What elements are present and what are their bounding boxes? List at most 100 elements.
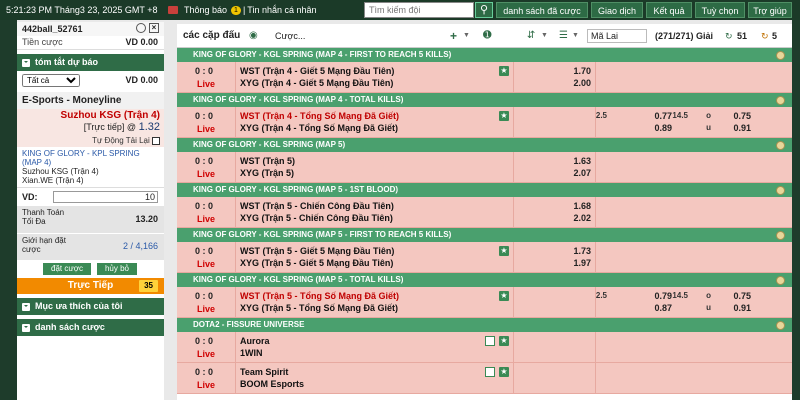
odds-type-value: Mã Lai bbox=[591, 31, 619, 41]
chevron-down-icon[interactable]: ▼ bbox=[541, 24, 548, 48]
star-icon[interactable]: ★ bbox=[499, 336, 509, 346]
close-icon[interactable]: × bbox=[149, 23, 159, 33]
odds-away[interactable]: 1.97 bbox=[551, 258, 591, 268]
coin-icon[interactable] bbox=[776, 321, 785, 330]
league-name: KING OF GLORY - KGL SPRING (MAP 5) bbox=[193, 140, 346, 149]
summary-header[interactable]: tóm tắt dự báo bbox=[17, 54, 164, 71]
max-payout-row: Thanh Toán Tối Đa 13.20 bbox=[17, 206, 164, 234]
league-header[interactable]: KING OF GLORY - KGL SPRING (MAP 5) bbox=[177, 138, 792, 152]
cancel-button[interactable]: hủy bỏ bbox=[97, 263, 137, 275]
star-icon[interactable]: ★ bbox=[499, 291, 509, 301]
options-button[interactable]: Tuỳ chọn bbox=[695, 2, 745, 18]
place-bet-button[interactable]: đặt cược bbox=[43, 263, 91, 275]
team-home: Team Spirit bbox=[240, 367, 289, 377]
divider bbox=[513, 62, 514, 92]
results-button[interactable]: Kết quả bbox=[646, 2, 692, 18]
star-icon[interactable]: ★ bbox=[499, 66, 509, 76]
handicap-line: 2.5 bbox=[595, 291, 607, 300]
divider bbox=[513, 197, 514, 227]
tv-icon[interactable] bbox=[485, 336, 495, 346]
league-header[interactable]: KING OF GLORY - KGL SPRING (MAP 4 - TOTA… bbox=[177, 93, 792, 107]
team-away: XYG (Trận 5 - Chiến Công Đầu Tiên) bbox=[240, 213, 393, 223]
mail-icon bbox=[168, 6, 178, 14]
league-name: KING OF GLORY - KGL SPRING (MAP 5 - TOTA… bbox=[193, 275, 404, 284]
chevron-down-icon bbox=[22, 303, 30, 311]
info-icon[interactable]: ➊ bbox=[483, 24, 491, 48]
transactions-button[interactable]: Giao dịch bbox=[591, 2, 643, 18]
star-icon[interactable]: ★ bbox=[499, 367, 509, 377]
stake-input[interactable]: 10 bbox=[53, 191, 158, 203]
team-away: XYG (Trận 4 - Giết 5 Mạng Đầu Tiên) bbox=[240, 78, 394, 88]
divider bbox=[513, 363, 514, 393]
odds-away[interactable]: 2.00 bbox=[551, 78, 591, 88]
odds-away[interactable]: 2.02 bbox=[551, 213, 591, 223]
odds-home[interactable]: 1.73 bbox=[551, 246, 591, 256]
star-icon[interactable]: ★ bbox=[499, 111, 509, 121]
star-icon[interactable]: ★ bbox=[499, 246, 509, 256]
bet-type-tab[interactable]: Cược... bbox=[275, 24, 305, 48]
league-header[interactable]: DOTA2 - FISSURE UNIVERSE bbox=[177, 318, 792, 332]
coin-icon[interactable] bbox=[776, 231, 785, 240]
refresh-icon[interactable] bbox=[136, 23, 146, 33]
odds-home[interactable]: 1.68 bbox=[551, 201, 591, 211]
bet-list-header[interactable]: danh sách cược bbox=[17, 319, 164, 336]
refresh-icon[interactable]: ↻ bbox=[725, 24, 733, 48]
league-name: KING OF GLORY - KGL SPRING (MAP 5 - 1ST … bbox=[193, 185, 399, 194]
favorites-header[interactable]: Mục ưa thích của tôi bbox=[17, 298, 164, 315]
separator: | bbox=[242, 5, 246, 15]
stake-value: VD 0.00 bbox=[125, 37, 158, 47]
coin-icon[interactable] bbox=[776, 186, 785, 195]
search-input[interactable] bbox=[364, 2, 474, 18]
league-header[interactable]: KING OF GLORY - KGL SPRING (MAP 5 - FIRS… bbox=[177, 228, 792, 242]
odds-over[interactable]: 0.75 bbox=[711, 291, 751, 301]
league-header[interactable]: KING OF GLORY - KGL SPRING (MAP 4 - FIRS… bbox=[177, 48, 792, 62]
odds-away[interactable]: 2.07 bbox=[551, 168, 591, 178]
list-view-icon[interactable]: ☰ bbox=[559, 24, 568, 48]
search-icon: ⚲ bbox=[479, 4, 489, 16]
live-bar[interactable]: Trực Tiếp 35 bbox=[17, 278, 164, 294]
odds-away[interactable]: 0.87 bbox=[632, 303, 672, 313]
divider bbox=[595, 62, 596, 92]
divider bbox=[235, 287, 236, 317]
odds-over[interactable]: 0.75 bbox=[711, 111, 751, 121]
search-button[interactable]: ⚲ bbox=[475, 2, 493, 18]
bet-list-label: danh sách cược bbox=[35, 322, 105, 332]
odds-under[interactable]: 0.91 bbox=[711, 303, 751, 313]
table-row: 0 : 0 Live Aurora 1WIN ★ bbox=[177, 332, 792, 363]
coin-icon[interactable] bbox=[776, 51, 785, 60]
odds-type-select[interactable]: Mã Lai bbox=[587, 29, 647, 43]
auto-reload-checkbox[interactable] bbox=[152, 136, 160, 145]
bet-list-button[interactable]: danh sách đã cược bbox=[496, 2, 588, 18]
sort-icon[interactable]: ⇵ bbox=[527, 24, 535, 48]
odds-under[interactable]: 0.91 bbox=[711, 123, 751, 133]
coin-icon[interactable] bbox=[776, 276, 785, 285]
odds-home[interactable]: 1.70 bbox=[551, 66, 591, 76]
match-list-header: các cặp đấu ◉ Cược... + ▼ ➊ ⇵ ▼ ☰ ▼ Mã L… bbox=[177, 24, 792, 48]
filter-row: Tất cả VD 0.00 bbox=[17, 71, 164, 89]
notification-count-badge: 1 bbox=[231, 5, 241, 15]
filter-value: VD 0.00 bbox=[125, 75, 158, 85]
notifications-link[interactable]: Thông báo 1 bbox=[168, 5, 241, 15]
messages-link[interactable]: Tin nhắn cá nhân bbox=[247, 5, 316, 15]
tv-icon[interactable] bbox=[485, 367, 495, 377]
coin-icon[interactable] bbox=[776, 141, 785, 150]
divider bbox=[595, 363, 596, 393]
league-name: KING OF GLORY - KGL SPRING (MAP 4 - TOTA… bbox=[193, 95, 404, 104]
filter-select[interactable]: Tất cả bbox=[22, 74, 80, 87]
sound-icon[interactable]: ◉ bbox=[249, 24, 258, 48]
chevron-down-icon[interactable]: ▼ bbox=[463, 24, 470, 48]
auto-reload-label: Tự Động Tải Lại bbox=[92, 136, 150, 145]
counter-icon[interactable]: ↻ bbox=[761, 24, 769, 48]
odds-away[interactable]: 0.89 bbox=[632, 123, 672, 133]
league-header[interactable]: KING OF GLORY - KGL SPRING (MAP 5 - TOTA… bbox=[177, 273, 792, 287]
add-icon[interactable]: + bbox=[450, 24, 457, 48]
bet-limit-value: 2 / 4,166 bbox=[122, 241, 158, 251]
league-header[interactable]: KING OF GLORY - KGL SPRING (MAP 5 - 1ST … bbox=[177, 183, 792, 197]
live-indicator: Live bbox=[197, 380, 216, 390]
live-indicator: Live bbox=[197, 349, 216, 359]
coin-icon[interactable] bbox=[776, 96, 785, 105]
table-row: 0 : 0 Live WST (Trận 5 - Tổng Số Mạng Đã… bbox=[177, 287, 792, 318]
help-button[interactable]: Trợ giúp bbox=[748, 2, 792, 18]
odds-home[interactable]: 1.63 bbox=[551, 156, 591, 166]
chevron-down-icon[interactable]: ▼ bbox=[572, 24, 579, 48]
